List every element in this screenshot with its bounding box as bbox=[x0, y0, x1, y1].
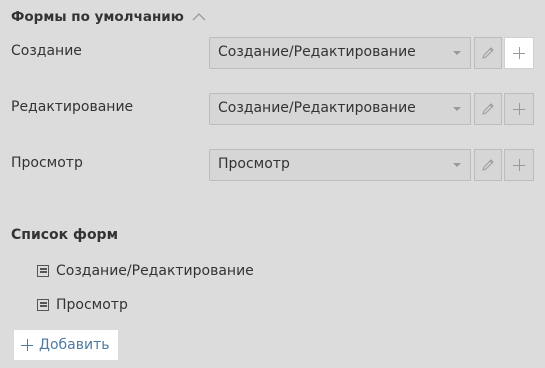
add-form-button[interactable]: Добавить bbox=[14, 330, 118, 360]
edit-form-select[interactable]: Создание/Редактирование bbox=[209, 93, 444, 125]
list-item-label: Создание/Редактирование bbox=[56, 263, 254, 279]
pencil-icon bbox=[482, 103, 494, 115]
form-icon bbox=[37, 299, 49, 311]
list-item-label: Просмотр bbox=[56, 297, 128, 313]
form-icon bbox=[37, 265, 49, 277]
create-form-select-value: Создание/Редактирование bbox=[218, 44, 416, 60]
section-title: Формы по умолчанию bbox=[11, 9, 184, 25]
field-row-edit: Редактирование Создание/Редактирование bbox=[0, 93, 545, 125]
plus-icon bbox=[513, 159, 525, 171]
add-edit-form-button[interactable] bbox=[504, 93, 534, 125]
view-form-select-value: Просмотр bbox=[218, 156, 290, 172]
add-create-form-button[interactable] bbox=[504, 37, 534, 69]
pencil-icon bbox=[482, 47, 494, 59]
add-view-form-button[interactable] bbox=[504, 149, 534, 181]
field-label-edit: Редактирование bbox=[11, 99, 134, 115]
chevron-down-icon[interactable] bbox=[443, 149, 471, 181]
list-item[interactable]: Создание/Редактирование bbox=[37, 261, 254, 281]
field-row-view: Просмотр Просмотр bbox=[0, 149, 545, 181]
default-forms-panel: Формы по умолчанию Создание Создание/Ред… bbox=[0, 0, 545, 368]
section-header[interactable]: Формы по умолчанию bbox=[11, 8, 206, 26]
edit-create-form-button[interactable] bbox=[474, 37, 502, 69]
add-form-label: Добавить bbox=[39, 337, 110, 353]
plus-icon bbox=[513, 103, 525, 115]
plus-icon bbox=[513, 47, 525, 59]
list-item[interactable]: Просмотр bbox=[37, 295, 128, 315]
pencil-icon bbox=[482, 159, 494, 171]
field-label-create: Создание bbox=[11, 43, 82, 59]
field-label-view: Просмотр bbox=[11, 155, 83, 171]
forms-list-title: Список форм bbox=[11, 227, 119, 243]
view-form-select[interactable]: Просмотр bbox=[209, 149, 444, 181]
chevron-down-icon[interactable] bbox=[443, 37, 471, 69]
field-row-create: Создание Создание/Редактирование bbox=[0, 37, 545, 69]
chevron-up-icon[interactable] bbox=[192, 12, 206, 22]
create-form-select[interactable]: Создание/Редактирование bbox=[209, 37, 444, 69]
edit-view-form-button[interactable] bbox=[474, 149, 502, 181]
chevron-down-icon[interactable] bbox=[443, 93, 471, 125]
edit-edit-form-button[interactable] bbox=[474, 93, 502, 125]
edit-form-select-value: Создание/Редактирование bbox=[218, 100, 416, 116]
plus-icon bbox=[21, 339, 33, 351]
